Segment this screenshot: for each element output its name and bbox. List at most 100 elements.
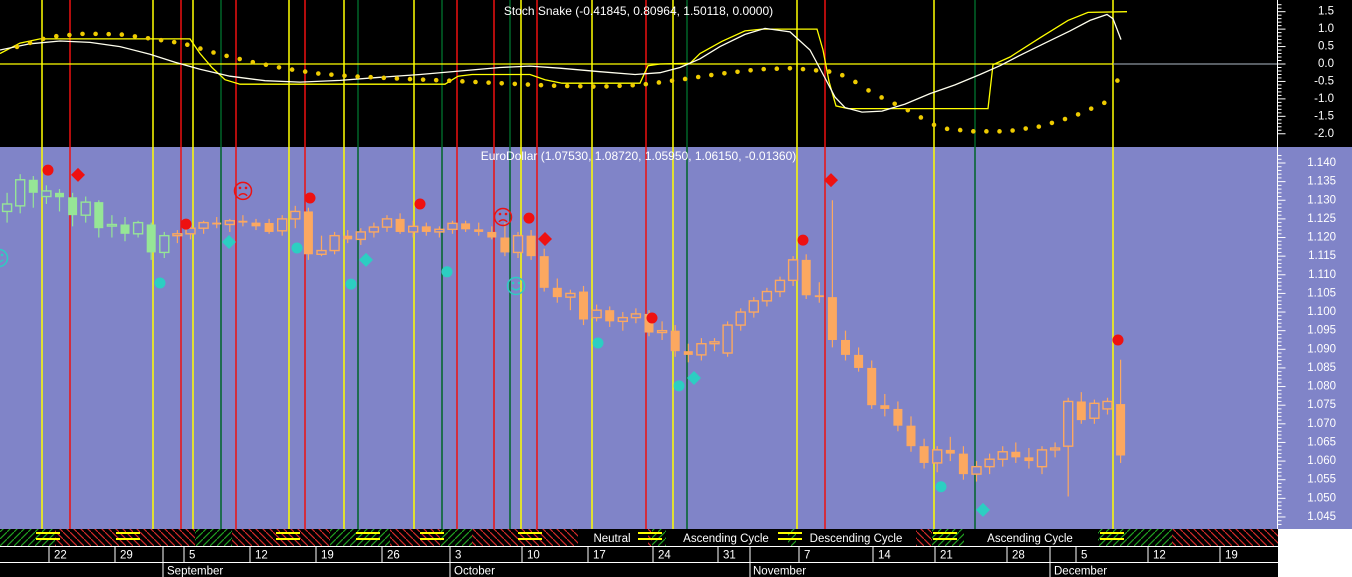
- candlestick-down: [303, 211, 313, 255]
- stoch-dotted-point: [14, 44, 20, 50]
- price-axis-label: 1.055: [1307, 474, 1336, 486]
- stoch-dotted-point: [892, 101, 897, 107]
- price-axis-label: 1.070: [1307, 418, 1336, 430]
- stoch-dotted-point: [774, 66, 780, 71]
- candlestick-up: [591, 309, 602, 319]
- trading-chart-window: 1.5 1.0 0.5 0.0 -0.5 -1.0 -1.5 -2.0 1.140 1.135 1.…: [0, 0, 1352, 577]
- candlestick-down: [919, 446, 929, 463]
- cycle-marker: [116, 532, 140, 534]
- stoch-dotted-point: [564, 83, 570, 89]
- stoch-dotted-point: [1102, 100, 1107, 106]
- price-axis-label: 1.065: [1307, 436, 1336, 448]
- cyan-dot-marker: [345, 278, 357, 290]
- stoch-dotted-point: [604, 84, 609, 89]
- cycle-marker: [356, 538, 380, 540]
- face-eye: [517, 281, 521, 285]
- stoch-dotted-point: [473, 79, 478, 85]
- candlestick-up: [1102, 400, 1113, 410]
- price-axis-label: 1.095: [1307, 325, 1336, 337]
- candlestick-down: [487, 231, 497, 238]
- price-axis-label: 1.100: [1307, 306, 1336, 318]
- stoch-dotted-point: [211, 50, 216, 55]
- cycle-marker: [933, 538, 957, 540]
- stoch-dotted-point: [735, 69, 740, 75]
- stoch-dotted-point: [40, 36, 46, 42]
- stoch-dotted-point: [27, 40, 33, 46]
- stoch-dotted-point: [656, 80, 662, 85]
- red-dot-marker: [180, 218, 192, 230]
- week-label: 19: [1225, 550, 1238, 562]
- candlestick-up: [434, 228, 445, 233]
- stoch-dotted-point: [355, 74, 360, 79]
- candlestick-down: [1011, 451, 1021, 458]
- cycle-marker: [276, 538, 300, 540]
- candlestick-up: [774, 279, 786, 293]
- chart-canvas[interactable]: 1.5 1.0 0.5 0.0 -0.5 -1.0 -1.5 -2.0 1.140 1.135 1.…: [0, 0, 1352, 577]
- face-eye: [244, 186, 248, 190]
- stoch-dotted-point: [1075, 112, 1081, 117]
- stoch-dotted-point: [106, 31, 111, 37]
- cycle-marker: [116, 538, 140, 540]
- candlestick-down: [28, 179, 38, 193]
- cycle-marker: [1100, 532, 1124, 534]
- stoch-dotted-point: [67, 32, 72, 38]
- price-axis-label: 1.125: [1307, 213, 1336, 225]
- candlestick-up: [709, 341, 720, 345]
- week-label: 19: [321, 550, 334, 562]
- cycle-segment-descending: [390, 529, 440, 546]
- stoch-dotted-point: [630, 82, 635, 88]
- stoch-dotted-point: [1088, 106, 1094, 111]
- candlestick-up: [172, 233, 183, 237]
- candlestick-down: [212, 222, 222, 225]
- stoch-dotted-point: [944, 126, 950, 132]
- stoch-dotted-point: [1049, 120, 1055, 126]
- candlestick-up: [14, 179, 26, 207]
- stoch-dotted-point: [538, 82, 544, 88]
- stoch-dotted-point: [800, 66, 806, 72]
- week-label: 7: [804, 550, 810, 562]
- stoch-dotted-point: [302, 69, 308, 74]
- stoch-dotted-point: [237, 56, 242, 62]
- candlestick-up: [106, 223, 118, 227]
- stoch-dotted-point: [499, 80, 505, 86]
- week-label: 24: [658, 550, 671, 562]
- price-axis-label: 1.085: [1307, 362, 1336, 374]
- stoch-dotted-point: [512, 81, 518, 87]
- candlestick-down: [343, 235, 353, 240]
- cycle-segment-descending: [1172, 529, 1278, 546]
- cycle-segment-ascending: [0, 529, 55, 546]
- candlestick-down: [552, 287, 562, 298]
- week-label: 14: [878, 550, 891, 562]
- price-axis-label: 1.110: [1308, 269, 1336, 281]
- candlestick-up: [1089, 402, 1100, 419]
- stoch-axis-label: -1.0: [1314, 93, 1334, 105]
- cycle-marker: [420, 532, 444, 534]
- stoch-dotted-point: [669, 78, 675, 84]
- stoch-dotted-point: [263, 62, 269, 68]
- candlestick-up: [971, 465, 982, 475]
- stoch-dotted-point: [158, 37, 164, 43]
- stoch-dotted-point: [879, 95, 884, 100]
- stoch-axis-label: 1.5: [1318, 6, 1334, 18]
- cyan-dot-marker: [592, 337, 604, 349]
- stoch-dotted-point: [447, 78, 452, 84]
- candlestick-up: [932, 449, 943, 464]
- price-axis-label: 1.075: [1307, 399, 1336, 411]
- red-dot-marker: [1112, 334, 1124, 346]
- stoch-dotted-point: [276, 65, 282, 70]
- candlestick-down: [1076, 401, 1086, 421]
- candlestick-down: [500, 237, 510, 253]
- cycle-segment-ascending: [440, 529, 472, 546]
- week-label: 12: [255, 550, 268, 562]
- face-eye: [504, 212, 508, 216]
- candlestick-down: [474, 229, 484, 232]
- candlestick-down: [146, 224, 156, 253]
- candlestick-up: [368, 226, 380, 233]
- candlestick-down: [605, 310, 615, 322]
- week-label: 26: [387, 550, 400, 562]
- stoch-dotted-point: [722, 70, 727, 76]
- stoch-dotted-point: [984, 129, 989, 134]
- price-axis-label: 1.105: [1307, 287, 1336, 299]
- candlestick-down: [68, 197, 78, 216]
- candlestick-up: [1049, 447, 1061, 451]
